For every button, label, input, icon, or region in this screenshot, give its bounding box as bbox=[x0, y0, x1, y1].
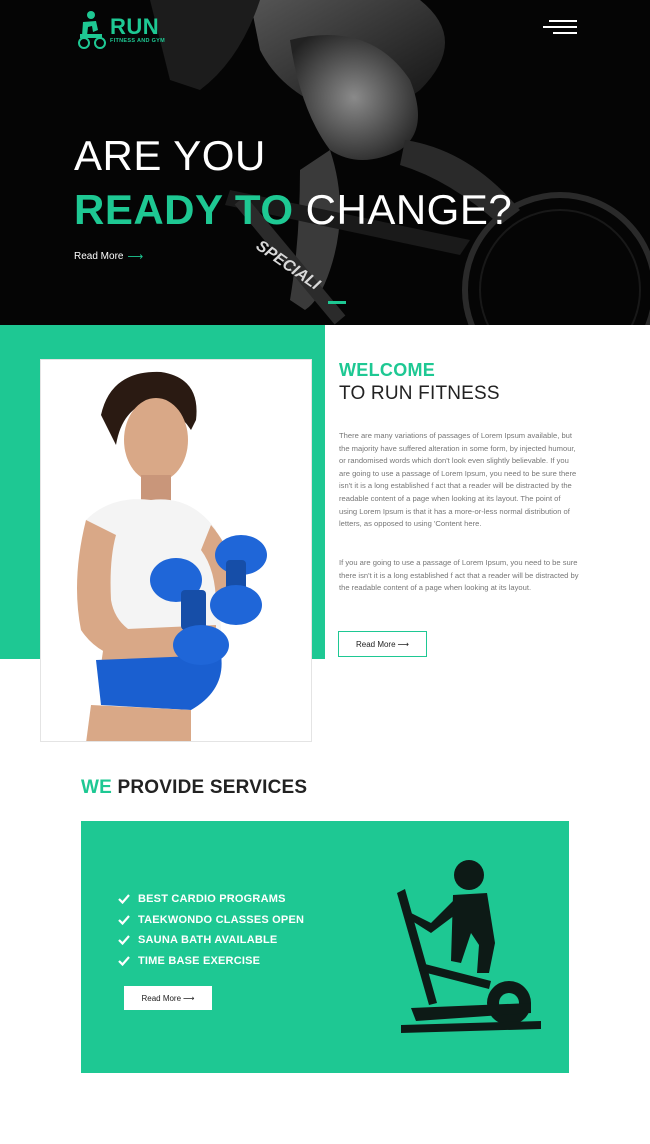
service-item-label: TAEKWONDO CLASSES OPEN bbox=[138, 913, 305, 926]
hero-headline-accent: READY TO bbox=[74, 186, 294, 233]
service-item: BEST CARDIO PROGRAMS bbox=[118, 889, 304, 910]
services-title-rest: PROVIDE SERVICES bbox=[117, 777, 308, 798]
welcome-read-more-label: Read More bbox=[355, 639, 396, 649]
service-item: TAEKWONDO CLASSES OPEN bbox=[118, 910, 304, 931]
services-title: WE PROVIDE SERVICES bbox=[81, 777, 307, 799]
hero-headline-rest: CHANGE? bbox=[305, 186, 513, 233]
checkmark-icon bbox=[118, 915, 130, 925]
woman-dumbbells-image bbox=[41, 360, 311, 741]
runner-logo-icon bbox=[78, 11, 106, 49]
fitness-woman-photo bbox=[40, 359, 312, 742]
slider-indicator[interactable] bbox=[328, 301, 346, 304]
hero-read-more-link[interactable]: Read More ⟶ bbox=[74, 250, 143, 263]
hero-banner: SPECIALI RUN FITNESS AND GYM ARE YOU REA… bbox=[0, 0, 650, 325]
services-read-more-label: Read More bbox=[141, 993, 182, 1003]
welcome-subtitle: TO RUN FITNESS bbox=[339, 383, 500, 404]
services-title-accent: WE bbox=[81, 777, 113, 798]
elliptical-trainer-icon bbox=[397, 860, 541, 1033]
brand-tagline: FITNESS AND GYM bbox=[110, 37, 166, 44]
welcome-paragraph-2: If you are going to use a passage of Lor… bbox=[339, 558, 579, 593]
services-read-more-button[interactable]: Read More ⟶ bbox=[124, 986, 212, 1010]
arrow-right-icon: ⟶ bbox=[127, 251, 144, 263]
welcome-paragraph-1: There are many variations of passages of… bbox=[339, 431, 577, 529]
hero-headline-line1: ARE YOU bbox=[74, 132, 266, 179]
hero-headline-line2: READY TO CHANGE? bbox=[74, 186, 512, 234]
service-item-label: BEST CARDIO PROGRAMS bbox=[138, 893, 286, 906]
checkmark-icon bbox=[118, 935, 130, 946]
arrow-right-icon: ⟶ bbox=[183, 993, 195, 1003]
service-item: TIME BASE EXERCISE bbox=[118, 951, 304, 972]
service-item-label: SAUNA BATH AVAILABLE bbox=[138, 934, 278, 947]
service-item: SAUNA BATH AVAILABLE bbox=[118, 930, 304, 951]
welcome-read-more-button[interactable]: Read More ⟶ bbox=[338, 631, 427, 657]
service-item-label: TIME BASE EXERCISE bbox=[138, 954, 261, 967]
services-list: BEST CARDIO PROGRAMS TAEKWONDO CLASSES O… bbox=[118, 889, 304, 971]
hamburger-menu-icon[interactable] bbox=[543, 20, 577, 36]
hero-read-more-label: Read More bbox=[74, 251, 124, 262]
arrow-right-icon: ⟶ bbox=[397, 639, 410, 649]
services-panel: BEST CARDIO PROGRAMS TAEKWONDO CLASSES O… bbox=[81, 821, 569, 1073]
welcome-title: WELCOME bbox=[339, 360, 436, 380]
brand-name: RUN bbox=[110, 13, 160, 39]
site-logo[interactable]: RUN FITNESS AND GYM bbox=[74, 10, 165, 50]
checkmark-icon bbox=[118, 894, 130, 905]
checkmark-icon bbox=[118, 956, 130, 966]
